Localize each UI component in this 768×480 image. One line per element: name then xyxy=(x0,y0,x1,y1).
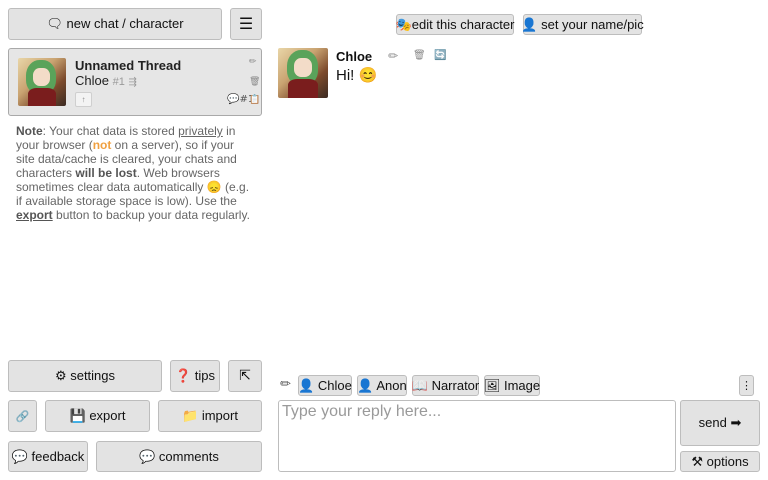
edit-thread-icon[interactable]: ✏ xyxy=(249,57,257,67)
speaker-anon-button[interactable]: 👤 Anon xyxy=(357,375,407,396)
collapse-icon: ⇱ xyxy=(239,368,251,384)
menu-button[interactable]: ☰ xyxy=(230,8,262,40)
message-avatar[interactable] xyxy=(278,48,328,98)
new-chat-label: 🗨 new chat / character xyxy=(46,16,184,31)
more-icon: ⋮ xyxy=(741,379,752,392)
speaker-narrator-label: 📖 Narrator xyxy=(411,377,480,393)
arrow-up-icon: ↑ xyxy=(81,95,86,104)
set-name-label: 👤 set your name/pic xyxy=(521,16,644,32)
comments-label: 💬 comments xyxy=(139,448,219,464)
thread-avatar xyxy=(18,58,66,106)
privately-link[interactable]: privately xyxy=(178,124,223,138)
thread-character: Chloe xyxy=(75,73,109,88)
thread-number: #1 xyxy=(112,76,125,88)
settings-button[interactable]: ⚙ settings xyxy=(8,360,162,392)
feedback-label: 💬 feedback xyxy=(11,448,85,464)
tips-label: ❓ tips xyxy=(174,368,216,383)
copy-thread-icon[interactable]: 📋 xyxy=(249,95,260,105)
link-button[interactable]: 🔗 xyxy=(8,400,37,432)
message-text: Hi! 😊 xyxy=(336,67,378,84)
export-link[interactable]: export xyxy=(16,208,53,222)
note-text-1: : Your chat data is stored xyxy=(42,124,179,138)
thread-link-icon: ⇶ xyxy=(128,77,137,88)
note-label: Note xyxy=(16,124,43,138)
reply-input[interactable] xyxy=(278,400,676,472)
delete-message-icon[interactable]: 🗑 xyxy=(413,50,426,61)
set-name-button[interactable]: 👤 set your name/pic xyxy=(521,14,644,35)
note-text-5: button to backup your data regularly. xyxy=(52,208,250,222)
storage-note: Note: Your chat data is stored privately… xyxy=(16,124,252,222)
import-label: 📁 import xyxy=(182,408,238,423)
feedback-button[interactable]: 💬 feedback xyxy=(8,441,88,472)
send-label: send ➡ xyxy=(698,415,742,430)
export-label: 💾 export xyxy=(69,408,126,423)
speaker-chloe-label: 👤 Chloe xyxy=(298,377,352,393)
thread-title: Unnamed Thread xyxy=(75,58,182,73)
message-author: Chloe xyxy=(336,49,373,64)
speaker-image-label: 🖼 Image xyxy=(483,377,541,393)
thread-card[interactable]: Unnamed Thread Chloe #1 ⇶ ↑ 💬#1 ✏ 🗑 📋 xyxy=(8,48,262,116)
thread-badge[interactable]: ↑ xyxy=(75,92,92,107)
more-options-button[interactable]: ⋮ xyxy=(739,375,754,396)
tips-button[interactable]: ❓ tips xyxy=(170,360,220,392)
speaker-anon-label: 👤 Anon xyxy=(357,377,407,393)
edit-character-label: 🎭edit this character xyxy=(395,16,515,32)
options-label: ⚒ options xyxy=(691,453,749,469)
settings-label: ⚙ settings xyxy=(54,368,116,383)
thread-subtitle: Chloe #1 ⇶ xyxy=(75,73,137,88)
export-button[interactable]: 💾 export xyxy=(45,400,150,432)
import-button[interactable]: 📁 import xyxy=(158,400,262,432)
options-button[interactable]: ⚒ options xyxy=(680,451,760,472)
edit-character-button[interactable]: 🎭edit this character xyxy=(396,14,514,35)
speaker-narrator-button[interactable]: 📖 Narrator xyxy=(412,375,479,396)
regenerate-message-icon[interactable]: 🔄 xyxy=(434,50,446,61)
delete-thread-icon[interactable]: 🗑 xyxy=(249,77,260,87)
send-button[interactable]: send ➡ xyxy=(680,400,760,446)
speaker-chloe-button[interactable]: 👤 Chloe xyxy=(298,375,352,396)
menu-icon: ☰ xyxy=(238,16,254,33)
edit-message-icon[interactable]: ✏ xyxy=(388,49,398,63)
link-icon: 🔗 xyxy=(15,409,30,423)
pencil-icon[interactable]: ✏ xyxy=(280,377,291,392)
new-chat-button[interactable]: 🗨 new chat / character xyxy=(8,8,222,40)
comments-button[interactable]: 💬 comments xyxy=(96,441,262,472)
not-emphasis: not xyxy=(92,138,112,152)
collapse-button[interactable]: ⇱ xyxy=(228,360,262,392)
will-be-lost-emphasis: will be lost xyxy=(75,166,137,180)
speaker-image-button[interactable]: 🖼 Image xyxy=(484,375,540,396)
